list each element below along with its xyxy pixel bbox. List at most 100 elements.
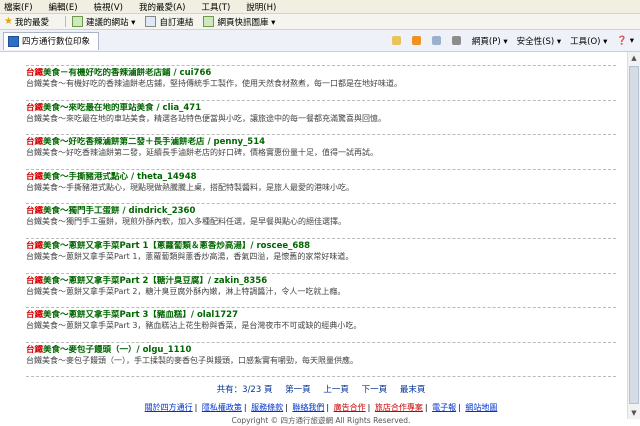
help-menu[interactable]: ❓ ▾ bbox=[616, 36, 634, 46]
highlight: 台鐵 bbox=[26, 137, 44, 148]
highlight: 台鐵 bbox=[26, 275, 44, 286]
result-snippet: 台鐵美食～麥包子饅頭（一），手工揉製的麥香包子與饅頭，口感紮實有嚼勁，每天限量供… bbox=[26, 355, 358, 365]
result-item: 台鐵美食～蔥餅又拿手菜Part 1【蔥蘿蔔類＆蔥香炒高湯】/ roscee_68… bbox=[26, 239, 616, 274]
pagination: 共有：3/23 頁 第一頁 上一頁 下一頁 最末頁 bbox=[26, 383, 616, 395]
safety-menu[interactable]: 安全性(S) ▾ bbox=[517, 35, 562, 47]
scroll-thumb[interactable] bbox=[629, 66, 639, 404]
result-snippet: 台鐵美食～手撕豬港式點心，現點現做熱騰騰上桌，搭配特製醬料，是旅人最愛的港味小吃… bbox=[26, 182, 354, 192]
title-text: 美食～麥包子饅頭（一）/ olgu_1110 bbox=[43, 344, 192, 355]
tools-menu[interactable]: 工具(O) ▾ bbox=[570, 35, 607, 47]
result-item: 台鐵美食－有機好吃的香辣滷餅老店鋪 / cui766 台鐵美食～有機好吃的香辣滷… bbox=[26, 66, 616, 101]
prev-page-link[interactable]: 上一頁 bbox=[323, 385, 349, 395]
feeds-button[interactable] bbox=[411, 36, 423, 45]
search-results: 台鐵美食－有機好吃的香辣滷餅老店鋪 / cui766 台鐵美食～有機好吃的香辣滷… bbox=[26, 52, 616, 426]
title-text: 美食～蔥餅又拿手菜Part 2【糖汁臭豆腐】/ zakin_8356 bbox=[43, 275, 268, 286]
first-page-link[interactable]: 第一頁 bbox=[285, 385, 311, 395]
favorites-label: 我的最愛 bbox=[14, 17, 49, 28]
result-snippet: 台鐵美食～好吃香辣滷餅第二發，延續長手滷餅老店的好口碑，價格實惠份量十足，值得一… bbox=[26, 148, 378, 158]
result-snippet: 台鐵美食～有機好吃的香辣滷餅老店鋪，堅持傳統手工製作，使用天然食材熬煮，每一口都… bbox=[26, 79, 402, 88]
last-page-link[interactable]: 最末頁 bbox=[400, 385, 426, 395]
title-text: 美食～好吃香辣滷餅第二發＋長手滷餅老店 / penny_514 bbox=[43, 137, 266, 148]
highlight: 台鐵 bbox=[26, 310, 44, 321]
fav-suggested-sites[interactable]: 建議的網站 ▾ bbox=[71, 16, 136, 28]
favorites-button[interactable]: ★ 我的最愛 bbox=[4, 16, 49, 28]
result-snippet: 台鐵美食～蔥餅又拿手菜Part 2，糖汁臭豆腐外酥內嫩，淋上特調醬汁，令人一吃就… bbox=[26, 286, 346, 296]
footer-link[interactable]: 旅店合作專案 bbox=[375, 403, 423, 412]
footer: 關於四方通行 | 隱私權政策 | 服務條款 | 聯絡我們 | 廣告合作 | 旅店合作專案 |… bbox=[26, 402, 616, 426]
footer-link[interactable]: 關於四方通行 bbox=[145, 403, 193, 412]
footer-link[interactable]: 服務條款 bbox=[251, 403, 283, 412]
result-snippet: 台鐵美食～獨門手工蛋餅，現煎外酥內軟，加入多種配料任選，是早餐與點心的絕佳選擇。 bbox=[26, 217, 346, 227]
result-snippet: 台鐵美食～蔥餅又拿手菜Part 3，豬血糕沾上花生粉與香菜，是台灣夜市不可或缺的… bbox=[26, 321, 362, 331]
result-item: 台鐵美食～蔥餅又拿手菜Part 2【糖汁臭豆腐】/ zakin_8356 台鐵美… bbox=[26, 274, 616, 309]
home-icon bbox=[391, 36, 401, 45]
footer-link[interactable]: 電子報 bbox=[432, 403, 456, 412]
fav-web-slice-gallery[interactable]: 網頁快訊圖庫 ▾ bbox=[203, 16, 275, 28]
page-icon bbox=[145, 16, 157, 27]
highlight: 台鐵 bbox=[26, 240, 44, 251]
footer-link[interactable]: 廣告合作 bbox=[334, 403, 366, 412]
page-count: 共有：3/23 頁 bbox=[216, 385, 273, 396]
page-content: 台鐵美食－有機好吃的香辣滷餅老店鋪 / cui766 台鐵美食～有機好吃的香辣滷… bbox=[0, 52, 628, 425]
result-title[interactable]: 台鐵美食～蔥餅又拿手菜Part 1【蔥蘿蔔類＆蔥香炒高湯】/ roscee_68… bbox=[26, 241, 616, 252]
result-title[interactable]: 台鐵美食～來吃最在地的車站美食 / clia_471 bbox=[26, 103, 616, 114]
result-item: 台鐵美食～蔥餅又拿手菜Part 3【豬血糕】/ olal1727 台鐵美食～蔥餅… bbox=[26, 308, 616, 343]
menu-file[interactable]: 檔案(F) bbox=[4, 1, 33, 13]
site-icon bbox=[8, 35, 19, 47]
help-menu-label: ❓ ▾ bbox=[616, 35, 634, 46]
fav-custom-links[interactable]: 自訂連結 bbox=[145, 16, 193, 28]
copyright: Copyright © 四方通行旅遊網 All Rights Reserved. bbox=[231, 416, 411, 426]
scroll-up-icon[interactable]: ▲ bbox=[629, 52, 639, 64]
vertical-scrollbar[interactable]: ▲ ▼ bbox=[627, 52, 640, 419]
mail-icon bbox=[431, 36, 441, 45]
title-text: 美食－有機好吃的香辣滷餅老店鋪 / cui766 bbox=[43, 68, 212, 78]
menu-favorites[interactable]: 我的最愛(A) bbox=[139, 1, 185, 13]
result-title[interactable]: 台鐵美食－有機好吃的香辣滷餅老店鋪 / cui766 bbox=[26, 68, 616, 79]
menu-help[interactable]: 說明(H) bbox=[246, 1, 276, 13]
print-button[interactable] bbox=[451, 36, 463, 45]
page-menu-label: 網頁(P) ▾ bbox=[471, 36, 508, 47]
footer-link[interactable]: 網站地圖 bbox=[465, 403, 497, 412]
menu-view[interactable]: 檢視(V) bbox=[94, 1, 123, 13]
scroll-down-icon[interactable]: ▼ bbox=[629, 407, 639, 419]
result-snippet: 台鐵美食～來吃最在地的車站美食，精選各站特色便當與小吃，讓旅途中的每一餐都充滿驚… bbox=[26, 113, 386, 123]
title-text: 美食～手撕豬港式點心 / theta_14948 bbox=[43, 171, 197, 182]
highlight: 台鐵 bbox=[26, 68, 44, 78]
menu-edit[interactable]: 編輯(E) bbox=[49, 1, 78, 13]
footer-link[interactable]: 聯絡我們 bbox=[292, 403, 324, 412]
title-text: 美食～蔥餅又拿手菜Part 3【豬血糕】/ olal1727 bbox=[43, 310, 239, 321]
title-text: 美食～蔥餅又拿手菜Part 1【蔥蘿蔔類＆蔥香炒高湯】/ roscee_688 bbox=[43, 240, 311, 251]
print-icon bbox=[451, 36, 461, 45]
result-title[interactable]: 台鐵美食～蔥餅又拿手菜Part 2【糖汁臭豆腐】/ zakin_8356 bbox=[26, 276, 616, 287]
tab-title: 四方通行數位印象 bbox=[22, 37, 91, 47]
page-icon bbox=[71, 16, 83, 27]
fav-label: 自訂連結 bbox=[159, 17, 194, 28]
footer-link[interactable]: 隱私權政策 bbox=[202, 403, 242, 412]
result-item: 台鐵美食～來吃最在地的車站美食 / clia_471 台鐵美食～來吃最在地的車站… bbox=[26, 101, 616, 136]
fav-label: 建議的網站 ▾ bbox=[85, 17, 136, 28]
result-item: 台鐵美食～好吃香辣滷餅第二發＋長手滷餅老店 / penny_514 台鐵美食～好… bbox=[26, 135, 616, 170]
result-title[interactable]: 台鐵美食～麥包子饅頭（一）/ olgu_1110 bbox=[26, 345, 616, 356]
home-button[interactable] bbox=[391, 36, 403, 45]
result-title[interactable]: 台鐵美食～獨門手工蛋餅 / dindrick_2360 bbox=[26, 206, 616, 217]
result-snippet: 台鐵美食～蔥餅又拿手菜Part 1，蔥蘿蔔類與蔥香炒高湯，香氣四溢，是懷舊的家常… bbox=[26, 251, 354, 261]
title-text: 美食～獨門手工蛋餅 / dindrick_2360 bbox=[43, 206, 196, 217]
menu-bar: 檔案(F) 編輯(E) 檢視(V) 我的最愛(A) 工具(T) 說明(H) bbox=[0, 0, 640, 14]
result-item: 台鐵美食～麥包子饅頭（一）/ olgu_1110 台鐵美食～麥包子饅頭（一），手… bbox=[26, 343, 616, 378]
menu-tools[interactable]: 工具(T) bbox=[201, 1, 230, 13]
divider bbox=[64, 16, 66, 27]
tools-menu-label: 工具(O) ▾ bbox=[570, 36, 608, 47]
page-menu[interactable]: 網頁(P) ▾ bbox=[472, 35, 508, 47]
favorites-bar: ★ 我的最愛 建議的網站 ▾ 自訂連結 網頁快訊圖庫 ▾ bbox=[0, 14, 640, 30]
highlight: 台鐵 bbox=[26, 102, 44, 113]
next-page-link[interactable]: 下一頁 bbox=[362, 385, 388, 395]
browser-tab[interactable]: 四方通行數位印象 bbox=[3, 31, 100, 50]
highlight: 台鐵 bbox=[26, 344, 44, 355]
result-title[interactable]: 台鐵美食～手撕豬港式點心 / theta_14948 bbox=[26, 172, 616, 183]
tab-bar: 四方通行數位印象 網頁(P) ▾ 安全性(S) ▾ 工具(O) ▾ ❓ ▾ bbox=[0, 30, 640, 52]
mail-button[interactable] bbox=[431, 36, 443, 45]
result-title[interactable]: 台鐵美食～蔥餅又拿手菜Part 3【豬血糕】/ olal1727 bbox=[26, 310, 616, 321]
result-item bbox=[26, 52, 616, 66]
result-title[interactable]: 台鐵美食～好吃香辣滷餅第二發＋長手滷餅老店 / penny_514 bbox=[26, 137, 616, 148]
title-text: 美食～來吃最在地的車站美食 / clia_471 bbox=[43, 102, 202, 113]
